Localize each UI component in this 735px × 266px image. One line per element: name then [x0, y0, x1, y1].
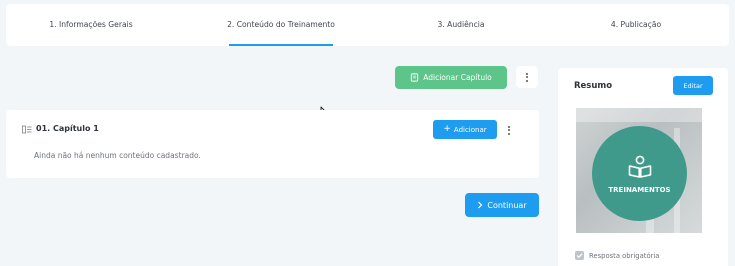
step-label: 4. Publicação — [610, 20, 662, 29]
summary-panel: Resumo Editar TREINAMENTOS Resposta obri… — [558, 68, 728, 266]
step-general-info[interactable]: 1. Informações Gerais — [6, 4, 176, 46]
step-audience[interactable]: 3. Audiência — [386, 4, 536, 46]
step-label: 1. Informações Gerais — [49, 20, 133, 29]
checkmark-icon — [576, 253, 583, 259]
continue-label: Continuar — [487, 200, 527, 210]
add-chapter-label: Adicionar Capítulo — [423, 73, 492, 82]
kebab-icon — [508, 125, 510, 135]
step-training-content[interactable]: 2. Conteúdo do Treinamento — [211, 4, 351, 46]
plus-icon: + — [443, 124, 451, 134]
chapter-list-icon[interactable] — [22, 125, 32, 134]
required-answer-option: Resposta obrigatória — [575, 251, 659, 260]
step-publication[interactable]: 4. Publicação — [556, 4, 716, 46]
edit-button[interactable]: Editar — [673, 76, 713, 95]
summary-title: Resumo — [574, 81, 613, 91]
step-label: 2. Conteúdo do Treinamento — [227, 20, 335, 29]
add-content-button[interactable]: + Adicionar — [433, 120, 497, 139]
book-icon — [411, 73, 419, 82]
step-label: 3. Audiência — [437, 20, 485, 29]
stepper: 1. Informações Gerais 2. Conteúdo do Tre… — [6, 4, 729, 46]
more-options-button[interactable] — [516, 66, 538, 88]
required-answer-label: Resposta obrigatória — [589, 251, 660, 260]
chapter-more-options-button[interactable] — [498, 119, 520, 141]
continue-button[interactable]: Continuar — [465, 193, 539, 217]
thumbnail-text: TREINAMENTOS — [608, 185, 671, 194]
empty-content-message: Ainda não há nenhum conteúdo cadastrado. — [34, 151, 201, 160]
training-thumbnail: TREINAMENTOS — [576, 108, 702, 233]
kebab-icon — [526, 72, 528, 82]
add-chapter-button[interactable]: Adicionar Capítulo — [395, 66, 507, 89]
edit-label: Editar — [683, 81, 703, 90]
active-step-indicator — [229, 44, 333, 46]
required-answer-checkbox[interactable] — [575, 251, 584, 260]
chevron-right-icon — [478, 201, 483, 209]
add-content-label: Adicionar — [453, 125, 487, 134]
thumbnail-badge: TREINAMENTOS — [592, 126, 687, 221]
chapter-title: 01. Capítulo 1 — [36, 124, 99, 133]
chapter-card: 01. Capítulo 1 + Adicionar Ainda não há … — [6, 110, 539, 178]
reader-book-icon — [628, 155, 651, 178]
